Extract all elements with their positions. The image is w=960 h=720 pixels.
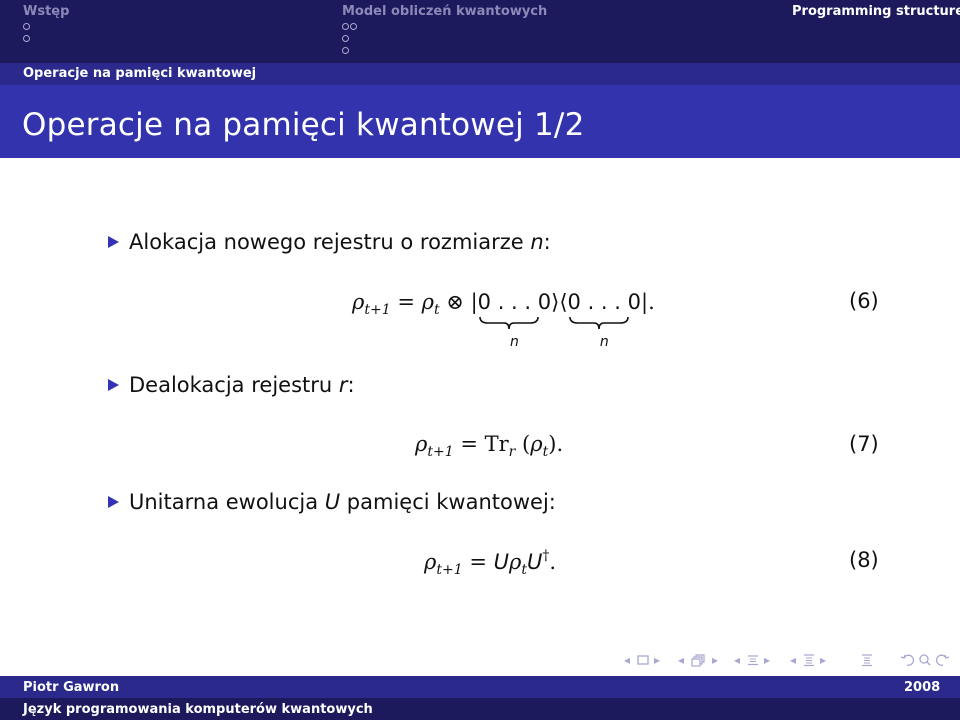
underbrace-label: n: [599, 334, 609, 350]
eq-period: .: [549, 550, 557, 574]
slide-prev-arrow-icon[interactable]: ◂: [624, 652, 630, 668]
header-navigation: Wstęp Model obliczeń kwantowych Programm…: [0, 0, 960, 63]
frame-dot-icon[interactable]: [23, 35, 30, 42]
trace-operator: Tr: [484, 432, 509, 456]
underbrace-group: 0 . . . 0 n: [567, 290, 641, 350]
tensor-product-symbol: ⊗: [446, 290, 464, 314]
equation-6: ρt+1 = ρt ⊗ |0 . . . 0 n ⟩⟨0 . . . 0 n |.: [352, 290, 655, 350]
bullet-suffix: :: [543, 230, 551, 254]
nav-section-programming[interactable]: Programming structures: [792, 4, 960, 19]
footer-author: Piotr Gawron: [23, 680, 120, 695]
eq-equals: =: [460, 432, 478, 456]
frame-title: Operacje na pamięci kwantowej 1/2: [22, 107, 585, 143]
forward-icon[interactable]: [934, 652, 950, 668]
ket-content: 0 . . . 0: [477, 290, 552, 314]
eq-symbol: ρ: [421, 290, 434, 314]
bullet-item: Unitarna ewolucja U pamięci kwantowej:: [108, 490, 556, 514]
underbrace-group: 0 . . . 0 n: [477, 290, 552, 350]
equation-8: ρt+1 = UρtU†.: [424, 548, 556, 578]
eq-subscript: t: [433, 302, 440, 318]
eq-period: .: [648, 290, 655, 314]
bullet-text: Dealokacja rejestru: [129, 373, 339, 397]
frame-dot-icon[interactable]: [23, 23, 30, 30]
footer-author-bar: Piotr Gawron 2008: [0, 676, 960, 698]
eq-symbol: ρ: [352, 290, 365, 314]
eq-subscript: t+1: [436, 562, 463, 578]
footer-title-bar: Język programowania komputerów kwantowyc…: [0, 698, 960, 720]
equation-number: (8): [849, 548, 879, 572]
bra-content: 0 . . . 0: [567, 290, 641, 314]
eq-symbol: ρ: [530, 432, 543, 456]
section-next-arrow-icon[interactable]: ▸: [820, 652, 826, 668]
frame-next-arrow-icon[interactable]: ▸: [712, 652, 718, 668]
subsection-bar: Operacje na pamięci kwantowej: [0, 63, 960, 85]
frame-prev-arrow-icon[interactable]: ◂: [678, 652, 684, 668]
eq-equals: =: [469, 550, 487, 574]
equation-number: (7): [849, 432, 879, 456]
frame-dot-icon[interactable]: [350, 23, 357, 30]
slide-icon[interactable]: [637, 652, 649, 668]
frame-dot-icon[interactable]: [342, 23, 349, 30]
nav-section-title[interactable]: Wstęp: [23, 4, 69, 19]
nav-section-title[interactable]: Programming structures: [792, 4, 960, 19]
ket-open: |: [470, 290, 478, 314]
eq-symbol: ρ: [508, 550, 522, 574]
search-icon[interactable]: [918, 652, 932, 668]
back-icon[interactable]: [900, 652, 916, 668]
eq-equals: =: [397, 290, 415, 314]
frame-dot-icon[interactable]: [342, 35, 349, 42]
bullet-var: U: [324, 490, 341, 514]
frame-dot-icon[interactable]: [342, 47, 349, 54]
bullet-triangle-icon: [108, 496, 119, 508]
nav-section-model[interactable]: Model obliczeń kwantowych: [342, 4, 547, 57]
bullet-triangle-icon: [108, 236, 119, 248]
frame-icon[interactable]: [691, 652, 705, 668]
document-icon[interactable]: [861, 652, 873, 668]
eq-symbol: U: [526, 550, 543, 574]
bullet-item: Alokacja nowego rejestru o rozmiarze n:: [108, 230, 551, 254]
nav-section-title[interactable]: Model obliczeń kwantowych: [342, 4, 547, 19]
frame-title-bar: Operacje na pamięci kwantowej 1/2: [0, 85, 960, 158]
bullet-text: Unitarna ewolucja: [129, 490, 325, 514]
equation-number: (6): [849, 289, 879, 313]
slide-next-arrow-icon[interactable]: ▸: [654, 652, 660, 668]
eq-subscript: t+1: [364, 302, 391, 318]
bullet-var: n: [530, 230, 544, 254]
section-icon[interactable]: [803, 652, 815, 668]
underbrace-icon: [568, 316, 629, 330]
subsection-icon[interactable]: [747, 652, 759, 668]
subsection-prev-arrow-icon[interactable]: ◂: [734, 652, 740, 668]
eq-symbol: ρ: [424, 550, 437, 574]
bullet-suffix: :: [347, 373, 355, 397]
bullet-triangle-icon: [108, 379, 119, 391]
bra-open: ⟨: [559, 290, 568, 314]
subsection-next-arrow-icon[interactable]: ▸: [764, 652, 770, 668]
equation-7: ρt+1 = Trr (ρt).: [415, 432, 563, 460]
eq-subscript: r: [508, 444, 516, 460]
nav-section-wstep[interactable]: Wstęp: [23, 4, 69, 45]
underbrace-icon: [478, 316, 539, 330]
bullet-suffix: pamięci kwantowej:: [340, 490, 556, 514]
subsection-title[interactable]: Operacje na pamięci kwantowej: [23, 66, 256, 81]
bullet-item: Dealokacja rejestru r:: [108, 373, 355, 397]
underbrace-label: n: [509, 334, 519, 350]
bullet-text: Alokacja nowego rejestru o rozmiarze: [129, 230, 531, 254]
section-prev-arrow-icon[interactable]: ◂: [790, 652, 796, 668]
eq-symbol: U: [493, 550, 509, 574]
bullet-var: r: [338, 373, 348, 397]
eq-period: .: [556, 432, 564, 456]
eq-symbol: ρ: [415, 432, 428, 456]
footer-talk-title: Język programowania komputerów kwantowyc…: [23, 702, 373, 717]
footer-year: 2008: [904, 680, 941, 695]
bra-close: |: [640, 290, 649, 314]
eq-subscript: t+1: [427, 444, 454, 460]
